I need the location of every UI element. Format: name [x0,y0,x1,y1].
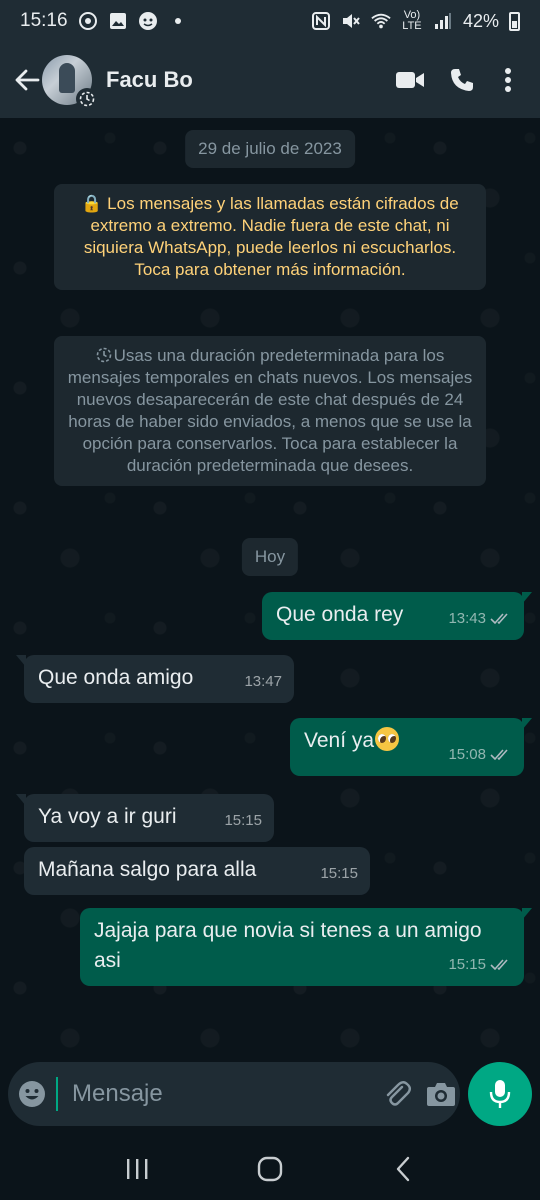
message-meta: 15:15 [320,859,358,889]
back-button[interactable] [12,60,42,100]
status-left: 15:16 [20,10,188,32]
network-label: Vo) LTE [402,9,422,32]
message-input[interactable] [56,1077,382,1111]
video-call-button[interactable] [384,55,436,105]
back-icon [397,1156,410,1182]
message-time: 15:08 [448,746,486,763]
contact-name[interactable]: Facu Bo [106,67,384,93]
disappearing-notice-text: Usas una duración predeterminada para lo… [67,346,473,475]
message-text: Ya voy a ir guri [38,805,177,828]
avatar[interactable] [42,55,98,110]
message-time: 15:15 [224,812,262,829]
mute-icon [341,11,361,31]
message-outgoing[interactable]: Que onda rey 13:43 [262,592,532,640]
today-chip: Hoy [241,538,299,576]
phone-icon [451,69,473,91]
date-chip: 29 de julio de 2023 [185,130,355,168]
disappearing-timer-icon [76,88,98,110]
disappearing-messages-notice[interactable]: Usas una duración predeterminada para lo… [54,336,486,486]
dot-icon [168,11,188,31]
message-time: 13:43 [448,610,486,627]
recent-apps-button[interactable] [107,1144,167,1194]
camera-button[interactable] [426,1074,456,1114]
home-icon [257,1156,283,1182]
gallery-icon [108,11,128,31]
message-text: Jajaja para que novia si tenes a un amig… [94,919,482,972]
message-outgoing[interactable]: Jajaja para que novia si tenes a un amig… [80,908,532,986]
status-time: 15:16 [20,10,68,31]
voice-message-button[interactable] [468,1062,532,1126]
system-nav-bar [0,1138,540,1200]
back-nav-button[interactable] [373,1144,433,1194]
battery-percent: 42% [462,10,499,31]
message-incoming[interactable]: Ya voy a ir guri 15:15 [16,794,274,842]
message-text: Que onda rey [276,603,404,626]
status-right: Vo) LTE 42% [311,10,520,32]
message-incoming[interactable]: Que onda amigo 13:47 [16,655,294,703]
voice-call-button[interactable] [436,55,488,105]
chat-area[interactable]: 29 de julio de 2023 🔒 Los mensajes y las… [0,118,540,1058]
message-outgoing[interactable]: Vení ya 15:08 [290,718,532,776]
home-button[interactable] [240,1144,300,1194]
message-meta: 15:15 [448,950,512,980]
input-bar [0,1058,540,1138]
message-meta: 13:47 [244,667,282,697]
double-check-icon [490,749,508,761]
video-call-icon [396,72,424,88]
soccer-ball-icon [78,11,98,31]
chat-header: Facu Bo [0,42,540,118]
message-meta: 15:15 [224,806,262,836]
more-options-button[interactable] [488,55,528,105]
message-time: 13:47 [244,673,282,690]
encryption-notice-text: 🔒 Los mensajes y las llamadas están cifr… [81,194,459,279]
message-incoming[interactable]: Mañana salgo para alla 15:15 [24,847,370,895]
message-meta: 13:43 [448,604,512,634]
wifi-icon [371,11,391,31]
disappearing-timer-icon [96,347,111,363]
avatar-photo [59,63,75,93]
signal-icon [433,11,453,31]
more-options-icon [505,68,511,92]
emoji-icon [19,1081,45,1107]
camera-icon [427,1083,455,1106]
face-icon [138,11,158,31]
recent-apps-icon [126,1159,148,1179]
message-text: Vení ya [304,729,375,752]
back-arrow-icon [15,69,40,91]
message-meta: 15:08 [448,740,512,770]
message-time: 15:15 [320,865,358,882]
emoji-button[interactable] [18,1074,46,1114]
pleading-face-emoji-icon [375,727,400,751]
double-check-icon [490,613,508,625]
attach-button[interactable] [382,1074,412,1114]
nfc-icon [311,11,331,31]
message-text: Mañana salgo para alla [38,858,257,881]
attach-icon [386,1081,411,1106]
encryption-notice[interactable]: 🔒 Los mensajes y las llamadas están cifr… [54,184,486,290]
mic-icon [489,1080,511,1108]
battery-icon [509,11,520,31]
status-bar: 15:16 Vo) LTE 42% [0,0,540,42]
message-input-container [8,1062,460,1126]
double-check-icon [490,959,508,971]
message-text: Que onda amigo [38,666,194,689]
message-time: 15:15 [448,956,486,973]
